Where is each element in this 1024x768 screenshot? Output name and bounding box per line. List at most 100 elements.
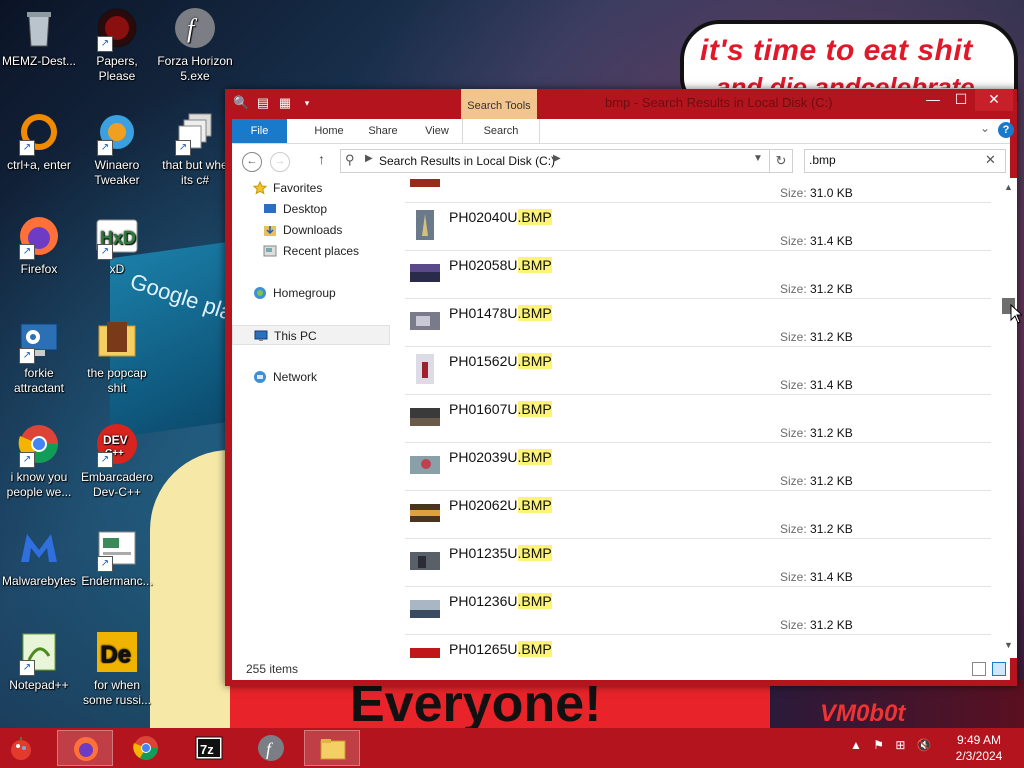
nav-homegroup[interactable]: Homegroup xyxy=(232,283,390,303)
search-input[interactable] xyxy=(809,152,979,168)
desktop-icon-endermanch[interactable]: ↗ Endermanc... xyxy=(78,526,156,589)
image-thumbnail xyxy=(410,594,440,624)
list-item[interactable]: Size: 31.0 KB xyxy=(405,178,991,203)
desktop-icon-papers-please[interactable]: ↗ Papers, Please xyxy=(78,6,156,84)
size-label: Size: xyxy=(780,618,807,632)
volume-muted-icon[interactable]: 🔇 xyxy=(917,738,932,752)
desktop-icon-csharp[interactable]: ↗ that but whe its c# xyxy=(156,110,234,188)
nav-label: Recent places xyxy=(283,244,360,258)
taskbar-chrome[interactable] xyxy=(118,730,174,766)
show-hidden-icons-icon[interactable]: ▲ xyxy=(850,738,862,752)
forward-button[interactable]: → xyxy=(270,152,290,172)
nav-favorites[interactable]: Favorites xyxy=(232,178,390,198)
file-size: Size: 31.2 KB xyxy=(780,426,853,440)
scroll-up-icon[interactable]: ▲ xyxy=(1004,182,1013,192)
clock[interactable]: 9:49 AM 2/3/2024 xyxy=(944,732,1014,764)
tab-file[interactable]: File xyxy=(232,119,287,143)
details-view-icon[interactable] xyxy=(972,662,986,676)
image-thumbnail xyxy=(410,306,440,336)
taskbar-flash[interactable]: f xyxy=(243,730,299,766)
window-titlebar[interactable]: 🔍 ▤ ▦ ▾ Search Tools bmp - Search Result… xyxy=(225,89,1017,119)
desktop-icon-winaero[interactable]: ↗ Winaero Tweaker xyxy=(78,110,156,188)
close-button[interactable]: ✕ xyxy=(975,89,1013,111)
file-basename: PH01265U xyxy=(449,641,518,657)
desktop-icon-devcpp[interactable]: DEV C++ ↗ Embarcadero Dev-C++ xyxy=(78,422,156,500)
desktop-icon-label: that but whe its c# xyxy=(162,158,228,187)
desktop-icon-hxd[interactable]: HxD ↗ xD xyxy=(78,214,156,277)
large-icons-view-icon[interactable] xyxy=(992,662,1006,676)
shortcut-arrow-icon: ↗ xyxy=(175,140,191,156)
devcpp-icon: DEV C++ ↗ xyxy=(95,422,139,468)
desktop-icon-forza[interactable]: f Forza Horizon 5.exe xyxy=(156,6,234,84)
file-extension-highlight: .BMP xyxy=(517,593,552,609)
qat-dropdown-icon[interactable]: ▾ xyxy=(299,95,315,111)
file-extension-highlight: .BMP xyxy=(517,497,552,513)
address-row: ← → ↑ ⚲ ▶ Search Results in Local Disk (… xyxy=(232,144,1010,178)
list-item[interactable]: PH01236U.BMP Size: 31.2 KB xyxy=(405,586,991,635)
refresh-button[interactable]: ↻ xyxy=(770,149,793,173)
desktop-icon-memz[interactable]: MEMZ-Dest... xyxy=(0,6,78,69)
list-item[interactable]: PH01562U.BMP Size: 31.4 KB xyxy=(405,346,991,395)
desktop-icon-de[interactable]: De for when some russi... xyxy=(78,630,156,708)
new-folder-icon[interactable]: ▦ xyxy=(277,95,293,111)
desktop-icon-malwarebytes[interactable]: Malwarebytes xyxy=(0,526,78,589)
list-item[interactable]: PH02058U.BMP Size: 31.2 KB xyxy=(405,250,991,299)
breadcrumb-chevron-icon[interactable]: ▶ xyxy=(553,153,561,164)
desktop-icon-label: the popcap shit xyxy=(87,366,147,395)
up-button[interactable]: ↑ xyxy=(318,151,325,167)
back-button[interactable]: ← xyxy=(242,152,262,172)
breadcrumb-location[interactable]: Search Results in Local Disk (C:) xyxy=(379,154,555,168)
nav-network[interactable]: Network xyxy=(232,367,390,387)
image-thumbnail xyxy=(410,354,440,384)
ribbon-expand-icon[interactable]: ⌄ xyxy=(980,121,990,135)
explorer-icon[interactable]: 🔍 xyxy=(233,95,249,111)
taskbar-7zip[interactable]: 7z xyxy=(181,730,237,766)
nav-recent[interactable]: Recent places xyxy=(232,241,390,261)
desktop-icon-label: Embarcadero Dev-C++ xyxy=(80,470,154,499)
network-status-icon[interactable]: ⊞ xyxy=(895,738,905,752)
file-size: Size: 31.2 KB xyxy=(780,522,853,536)
minimize-button[interactable]: — xyxy=(919,89,947,111)
ring-icon: ↗ xyxy=(17,110,61,156)
desktop-icon-forkie[interactable]: ↗ forkie attractant xyxy=(0,318,78,396)
search-box[interactable]: ✕ xyxy=(804,149,1006,173)
tab-view[interactable]: View xyxy=(410,119,464,143)
start-button[interactable] xyxy=(8,736,34,762)
tab-search[interactable]: Search xyxy=(462,119,540,143)
desktop-icon-notepadpp[interactable]: ↗ Notepad++ xyxy=(0,630,78,693)
taskbar-firefox[interactable] xyxy=(57,730,113,766)
list-item[interactable]: PH01235U.BMP Size: 31.4 KB xyxy=(405,538,991,587)
desktop-icon-popcap[interactable]: the popcap shit xyxy=(78,318,156,396)
help-icon[interactable]: ? xyxy=(998,122,1014,138)
list-item[interactable]: PH02062U.BMP Size: 31.2 KB xyxy=(405,490,991,539)
tab-share[interactable]: Share xyxy=(356,119,410,143)
taskbar-file-explorer[interactable] xyxy=(304,730,360,766)
list-item[interactable]: PH01607U.BMP Size: 31.2 KB xyxy=(405,394,991,443)
tab-home[interactable]: Home xyxy=(302,119,356,143)
maximize-button[interactable]: ☐ xyxy=(947,89,975,111)
image-thumbnail xyxy=(410,450,440,480)
clock-date: 2/3/2024 xyxy=(955,749,1003,763)
desktop-icon-label: Firefox xyxy=(20,262,58,276)
desktop-icon-ctrl-a[interactable]: ↗ ctrl+a, enter xyxy=(0,110,78,173)
vertical-scrollbar[interactable]: ▲ ▼ xyxy=(1001,178,1017,658)
action-center-flag-icon[interactable]: ⚑ xyxy=(873,738,884,752)
list-item[interactable]: PH01265U.BMP xyxy=(405,634,991,658)
address-bar[interactable]: ⚲ ▶ Search Results in Local Disk (C:) ▶ … xyxy=(340,149,770,173)
properties-icon[interactable]: ▤ xyxy=(255,95,271,111)
desktop-icon-chrome[interactable]: ↗ i know you people we... xyxy=(0,422,78,500)
address-dropdown-icon[interactable]: ▼ xyxy=(753,153,763,164)
scroll-down-icon[interactable]: ▼ xyxy=(1004,640,1013,650)
breadcrumb-chevron-icon[interactable]: ▶ xyxy=(365,153,373,164)
file-basename: PH02058U xyxy=(449,257,518,273)
list-item[interactable]: PH02040U.BMP Size: 31.4 KB xyxy=(405,202,991,251)
folder-icon xyxy=(319,735,347,763)
nav-downloads[interactable]: Downloads xyxy=(232,220,390,240)
list-item[interactable]: PH01478U.BMP Size: 31.2 KB xyxy=(405,298,991,347)
list-item[interactable]: PH02039U.BMP Size: 31.2 KB xyxy=(405,442,991,491)
desktop-icon-firefox[interactable]: ↗ Firefox xyxy=(0,214,78,277)
nav-this-pc[interactable]: This PC xyxy=(232,325,390,345)
nav-desktop[interactable]: Desktop xyxy=(232,199,390,219)
clock-time: 9:49 AM xyxy=(956,733,1002,747)
clear-search-icon[interactable]: ✕ xyxy=(985,152,996,168)
